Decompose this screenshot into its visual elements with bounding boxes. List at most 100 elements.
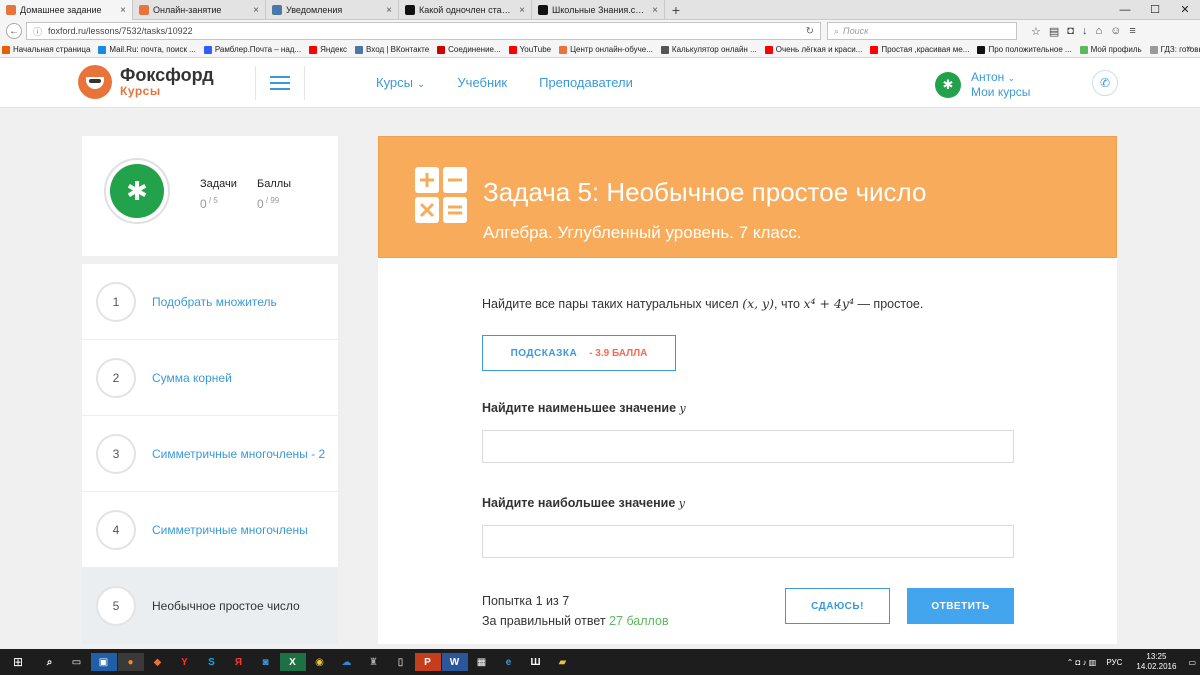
nav-courses[interactable]: Курсы ⌄: [376, 75, 425, 90]
store-icon[interactable]: ◙: [253, 653, 279, 671]
bookmark-item[interactable]: Центр онлайн-обуче...: [559, 45, 653, 54]
yandex-icon[interactable]: Я: [226, 653, 252, 671]
user-menu[interactable]: ✱ Антон ⌄ Мои курсы: [935, 70, 1030, 99]
firefox-icon[interactable]: ●: [117, 653, 144, 671]
list-item[interactable]: 2 Сумма корней: [82, 340, 338, 416]
nav-textbook[interactable]: Учебник: [457, 75, 507, 90]
photos-icon[interactable]: ▣: [90, 653, 117, 671]
list-item[interactable]: 1 Подобрать множитель: [82, 264, 338, 340]
back-icon[interactable]: ←: [6, 23, 22, 39]
game2-icon[interactable]: ♜: [361, 653, 387, 671]
answer-1-input[interactable]: [482, 430, 1014, 463]
start-icon[interactable]: ⊞: [0, 649, 36, 675]
bookmark-item[interactable]: Соединение...: [437, 45, 501, 54]
address-bar[interactable]: ⓘ foxford.ru/lessons/7532/tasks/10922 ↻: [26, 22, 821, 40]
give-up-button[interactable]: СДАЮСЬ!: [785, 588, 890, 624]
close-tab-icon[interactable]: ×: [519, 5, 525, 16]
nav-teachers[interactable]: Преподаватели: [539, 75, 633, 90]
task-title: Симметричные многочлены: [152, 522, 308, 537]
fox-icon: [78, 65, 112, 99]
list-item[interactable]: 3 Симметричные многочлены - 2: [82, 416, 338, 492]
bookmark-favicon-icon: [437, 45, 446, 54]
browser-tab[interactable]: Школьные Знания.com -... ×: [532, 0, 665, 20]
phone-icon[interactable]: ✆: [1092, 70, 1118, 96]
close-tab-icon[interactable]: ×: [652, 5, 658, 16]
bookmark-item[interactable]: YouTube: [508, 45, 551, 54]
browser-tab[interactable]: Домашнее задание ×: [0, 0, 133, 20]
browser-tab[interactable]: Онлайн-занятие ×: [133, 0, 266, 20]
clock-time: 13:25: [1146, 652, 1167, 661]
maximize-icon[interactable]: ☐: [1140, 0, 1170, 20]
bookmark-item[interactable]: Рамблер.Почта – над...: [203, 45, 301, 54]
bookmark-item[interactable]: Очень лёгкая и краси...: [764, 45, 862, 54]
bookmark-item[interactable]: Яндекс: [309, 45, 347, 54]
new-tab-button[interactable]: +: [665, 0, 687, 20]
folder-icon[interactable]: ▰: [550, 653, 576, 671]
avatar: ✱: [935, 71, 961, 98]
foxford-logo[interactable]: Фоксфорд Курсы: [78, 65, 214, 99]
user-name[interactable]: Антон: [971, 70, 1004, 84]
bookmark-item[interactable]: Начальная страница: [2, 45, 90, 54]
bookmark-favicon-icon: [98, 45, 107, 54]
bookmark-item[interactable]: ГДЗ: готовые домаш...: [1149, 45, 1200, 54]
task-view-icon[interactable]: ▭: [64, 653, 90, 671]
minimize-icon[interactable]: —: [1110, 0, 1140, 20]
bookmark-label: Вход | ВКонтакте: [366, 45, 430, 54]
excel-icon[interactable]: X: [279, 653, 306, 671]
bookmark-item[interactable]: Калькулятор онлайн ...: [660, 45, 757, 54]
bookmark-item[interactable]: Простая ,красивая ме...: [870, 45, 969, 54]
close-tab-icon[interactable]: ×: [386, 5, 392, 16]
site-info-icon[interactable]: ⓘ: [33, 25, 42, 38]
home-icon[interactable]: ⌂: [1095, 25, 1102, 38]
shkola-icon[interactable]: Ш: [523, 653, 549, 671]
calculator-app-icon[interactable]: ▦: [469, 653, 495, 671]
language-indicator[interactable]: РУС: [1106, 658, 1122, 667]
browser-tab[interactable]: Какой одночлен стандар... ×: [399, 0, 532, 20]
notifications-icon[interactable]: ▭: [1188, 658, 1196, 667]
logo-subtitle: Курсы: [120, 84, 161, 98]
window-controls: — ☐ ✕: [1110, 0, 1200, 20]
close-window-icon[interactable]: ✕: [1170, 0, 1200, 20]
tasks-label: Задачи: [200, 178, 237, 190]
answer-2-input[interactable]: [482, 525, 1014, 558]
hint-label: ПОДСКАЗКА: [510, 347, 578, 359]
bookmark-favicon-icon: [559, 45, 568, 54]
pocket-icon[interactable]: ◘: [1067, 25, 1074, 38]
clock[interactable]: 13:25 14.02.2016: [1136, 652, 1176, 672]
bookmark-item[interactable]: Вход | ВКонтакте: [355, 45, 429, 54]
powerpoint-icon[interactable]: P: [414, 653, 441, 671]
bookmark-item[interactable]: Мой профиль: [1079, 45, 1142, 54]
game-icon[interactable]: ◆: [145, 653, 171, 671]
bookmark-item[interactable]: Про положительное ...: [977, 45, 1072, 54]
reading-list-icon[interactable]: ▤: [1049, 25, 1059, 38]
skype-icon[interactable]: S: [199, 653, 225, 671]
search-icon[interactable]: ⌕: [37, 653, 63, 671]
task-number: 2: [96, 357, 136, 398]
browser-search-input[interactable]: ⌕ Поиск: [827, 22, 1017, 40]
hamburger-menu-icon[interactable]: [255, 66, 305, 100]
hint-button[interactable]: ПОДСКАЗКА - 3.9 БАЛЛА: [482, 335, 676, 371]
attempt-info: Попытка 1 из 7 За правильный ответ 27 ба…: [482, 591, 669, 631]
close-tab-icon[interactable]: ×: [120, 5, 126, 16]
tray-icons[interactable]: ⌃ ◘ ♪ ▥: [1067, 658, 1097, 667]
edge-icon[interactable]: e: [496, 653, 522, 671]
my-courses-link[interactable]: Мои курсы: [971, 85, 1030, 99]
list-item[interactable]: 4 Симметричные многочлены: [82, 492, 338, 568]
chrome-icon[interactable]: ◉: [307, 653, 333, 671]
menu-icon[interactable]: ≡: [1129, 25, 1135, 38]
list-item-active[interactable]: 5 Необычное простое число: [82, 568, 338, 644]
bookmarks-overflow-icon[interactable]: »: [1186, 43, 1192, 54]
bookmark-star-icon[interactable]: ☆: [1031, 25, 1041, 38]
task-number: 3: [96, 433, 136, 474]
reload-icon[interactable]: ↻: [806, 26, 814, 37]
submit-answer-button[interactable]: ОТВЕТИТЬ: [907, 588, 1014, 624]
bookmark-item[interactable]: Mail.Ru: почта, поиск ...: [98, 45, 196, 54]
close-tab-icon[interactable]: ×: [253, 5, 259, 16]
download-icon[interactable]: ↓: [1082, 25, 1088, 38]
browser-tab[interactable]: Уведомления ×: [266, 0, 399, 20]
sync-icon[interactable]: ☺: [1110, 25, 1121, 38]
onedrive-icon[interactable]: ☁: [334, 653, 360, 671]
word-icon[interactable]: W: [441, 653, 468, 671]
phone-app-icon[interactable]: ▯: [388, 653, 414, 671]
yandex-browser-icon[interactable]: Y: [172, 653, 198, 671]
